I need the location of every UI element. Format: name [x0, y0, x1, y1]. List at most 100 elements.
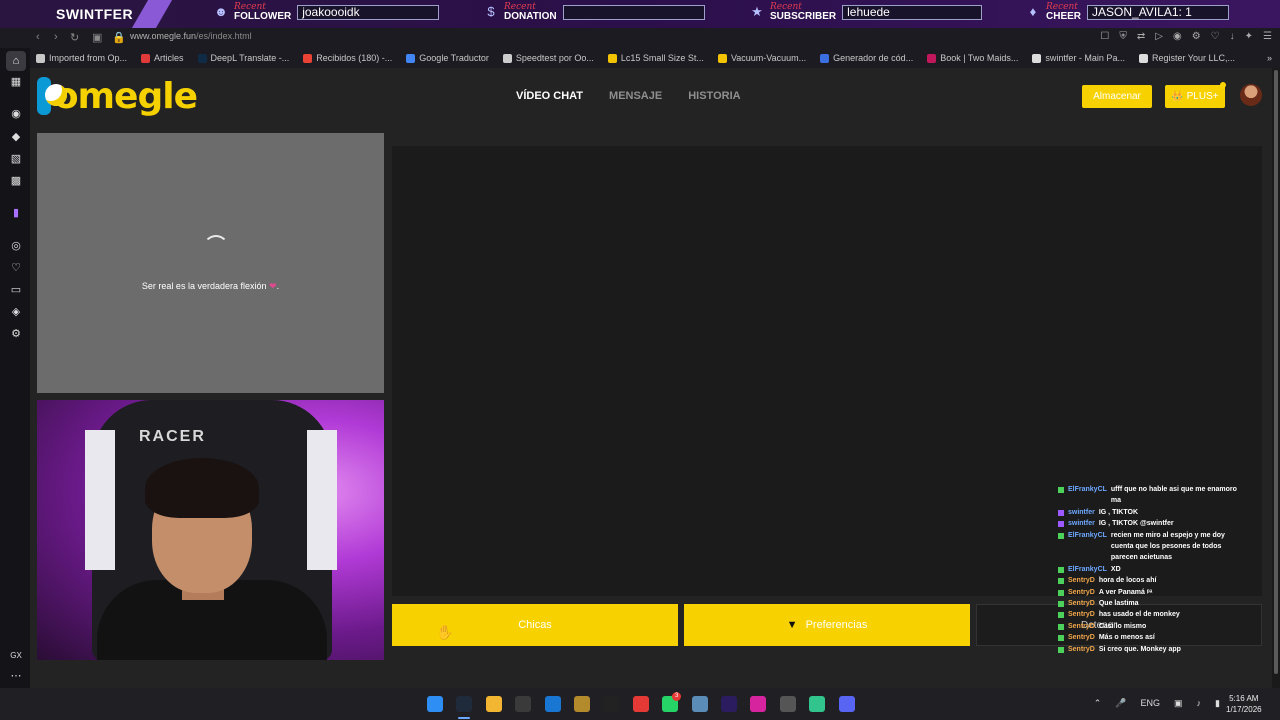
- store-button[interactable]: Almacenar: [1082, 85, 1152, 108]
- omegle-logo[interactable]: omegle: [37, 76, 198, 117]
- bookmark-item[interactable]: Speedtest por Oo...: [502, 53, 594, 63]
- plus-notification-dot: [1220, 82, 1226, 88]
- microphone-icon[interactable]: 🎤: [1115, 698, 1126, 709]
- bookmark-item[interactable]: Recibidos (180) -...: [303, 53, 392, 63]
- person-icon: ☻: [214, 4, 228, 19]
- discord-icon[interactable]: [838, 696, 855, 712]
- bookmark-item[interactable]: Articles: [141, 53, 184, 63]
- chat-username: SentryD: [1068, 634, 1095, 642]
- reload-icon[interactable]: ↻: [70, 31, 79, 44]
- filter-icon: ▼: [786, 619, 798, 631]
- forward-icon[interactable]: ›: [54, 31, 58, 43]
- steam-icon[interactable]: [691, 696, 708, 712]
- extensions-icon[interactable]: ⚙: [1192, 31, 1201, 42]
- premiere-icon[interactable]: [721, 696, 737, 712]
- nav-messages[interactable]: MENSAJE: [609, 90, 662, 102]
- heart-sidebar-icon[interactable]: ♡: [10, 262, 22, 274]
- chat-badge-icon: [1058, 601, 1064, 608]
- film-icon[interactable]: ▧: [10, 153, 22, 165]
- camera-icon[interactable]: ◉: [1173, 31, 1182, 42]
- gamepad-icon[interactable]: ▦: [10, 76, 22, 88]
- bookmark-item[interactable]: DeepL Translate -...: [197, 53, 290, 63]
- overlay-type: CHEER: [1046, 11, 1082, 22]
- taskbar-clock[interactable]: 5:16 AM 1/17/2026: [1226, 693, 1262, 715]
- settings-icon[interactable]: ⚙: [10, 328, 22, 340]
- stream-overlay-bar: SWINTFER ☻ Recent FOLLOWER joakooo​idk $ …: [0, 0, 1280, 28]
- cube-icon[interactable]: ◈: [10, 306, 22, 318]
- bookmark-item[interactable]: Book | Two Maids...: [927, 53, 1018, 63]
- bookmark-item[interactable]: Vacuum-Vacuum...: [717, 53, 807, 63]
- download-icon[interactable]: ↓: [1230, 31, 1235, 42]
- chat-text: hora de locos ahí: [1098, 577, 1157, 585]
- league-icon[interactable]: [574, 696, 590, 712]
- g-hub-icon[interactable]: [603, 696, 620, 712]
- home-icon[interactable]: ⌂: [6, 51, 26, 71]
- page-scrollbar[interactable]: [1272, 68, 1280, 688]
- monitor-icon[interactable]: ▣: [1174, 698, 1183, 709]
- overlay-value: JASON_AVILA1: 1: [1087, 4, 1230, 20]
- gx-corner-icon[interactable]: ◉: [10, 108, 22, 120]
- chat-badge-icon: [1058, 521, 1064, 528]
- nav-history[interactable]: HISTORIA: [688, 90, 740, 102]
- plus-button[interactable]: 👑 PLUS+: [1165, 85, 1225, 108]
- discord-alt-icon[interactable]: [809, 696, 826, 712]
- language-indicator[interactable]: ENG: [1141, 698, 1161, 709]
- bookmark-favicon-icon: [141, 53, 151, 63]
- player-icon[interactable]: ◎: [10, 240, 22, 252]
- translate-icon[interactable]: ⇄: [1137, 31, 1145, 42]
- chat-text: Más o menos así: [1098, 634, 1155, 642]
- more-icon[interactable]: ⋯: [10, 670, 22, 682]
- instagram-icon[interactable]: [750, 696, 767, 712]
- bookmark-item[interactable]: Register Your LLC,...: [1138, 53, 1235, 63]
- chat-username: SentryD: [1068, 600, 1095, 608]
- chair-wing-left: [85, 430, 115, 570]
- battery-icon[interactable]: ▮: [1215, 698, 1220, 709]
- box-icon[interactable]: ▩: [10, 175, 22, 187]
- play-icon[interactable]: ▷: [1155, 31, 1163, 42]
- tray-chevron-icon[interactable]: ⌃: [1094, 698, 1102, 709]
- bookmark-item[interactable]: Google Traductor: [406, 53, 489, 63]
- girls-button[interactable]: Chicas: [392, 604, 678, 646]
- shield-icon[interactable]: ⛨: [1119, 31, 1127, 42]
- back-icon[interactable]: ‹: [36, 31, 40, 43]
- nav-video-chat[interactable]: VÍDEO CHAT: [516, 90, 583, 102]
- bookmarks-overflow-icon[interactable]: »: [1267, 53, 1272, 63]
- bookmark-item[interactable]: Generador de cód...: [820, 53, 913, 63]
- bookmark-item[interactable]: Imported from Op...: [36, 53, 127, 63]
- chat-message: SentryD Si creo que. Monkey app: [1058, 644, 1238, 655]
- bookmark-icon[interactable]: ☐: [1100, 31, 1109, 42]
- store-icon[interactable]: [515, 696, 532, 712]
- bookmark-label: Vacuum-Vacuum...: [730, 53, 807, 63]
- url-field[interactable]: www.omegle.fun/es/index.html: [130, 31, 252, 41]
- volume-icon[interactable]: ♪: [1197, 698, 1202, 709]
- twitch-icon[interactable]: ▮: [10, 207, 22, 219]
- menu-icon[interactable]: ☰: [1263, 31, 1272, 42]
- chat-message: SentryD Más o menos así: [1058, 632, 1238, 643]
- diamond-icon[interactable]: ◆: [10, 131, 22, 143]
- history-icon[interactable]: ▭: [10, 284, 22, 296]
- windows-icon[interactable]: [427, 696, 443, 712]
- gx-logo-icon[interactable]: GX: [8, 650, 24, 662]
- bookmark-item[interactable]: Lc15 Small Size St...: [607, 53, 704, 63]
- overlay-type: DONATION: [504, 11, 557, 22]
- bolt-app-icon[interactable]: [632, 696, 649, 712]
- file-explorer-icon[interactable]: [485, 696, 502, 712]
- chat-text: Si creo que. Monkey app: [1098, 645, 1181, 653]
- scrollbar-thumb[interactable]: [1274, 70, 1278, 674]
- bookmark-item[interactable]: swintfer - Main Pa...: [1032, 53, 1125, 63]
- outlook-icon[interactable]: [544, 696, 561, 712]
- user-avatar[interactable]: [1240, 84, 1262, 106]
- snapshot-icon[interactable]: ▣: [92, 31, 102, 44]
- ai-icon[interactable]: ✦: [1245, 31, 1253, 42]
- heart-icon[interactable]: ♡: [1211, 31, 1220, 42]
- bookmark-label: Recibidos (180) -...: [316, 53, 393, 63]
- streamlabs-icon[interactable]: [779, 696, 796, 712]
- windows-taskbar: ⌃ 🎤 ENG ▣ ♪ ▮ 5:16 AM 1/17/2026 3: [0, 688, 1280, 720]
- preferences-button[interactable]: ▼ Preferencias: [684, 604, 970, 646]
- bookmark-label: DeepL Translate -...: [210, 53, 290, 63]
- chat-badge-icon: [1058, 509, 1064, 516]
- opera-gx-icon[interactable]: [456, 696, 473, 712]
- bookmark-label: Lc15 Small Size St...: [620, 53, 704, 63]
- system-tray: ⌃ 🎤 ENG ▣ ♪ ▮: [1094, 698, 1220, 709]
- hand-cursor-icon: ✋: [436, 624, 454, 640]
